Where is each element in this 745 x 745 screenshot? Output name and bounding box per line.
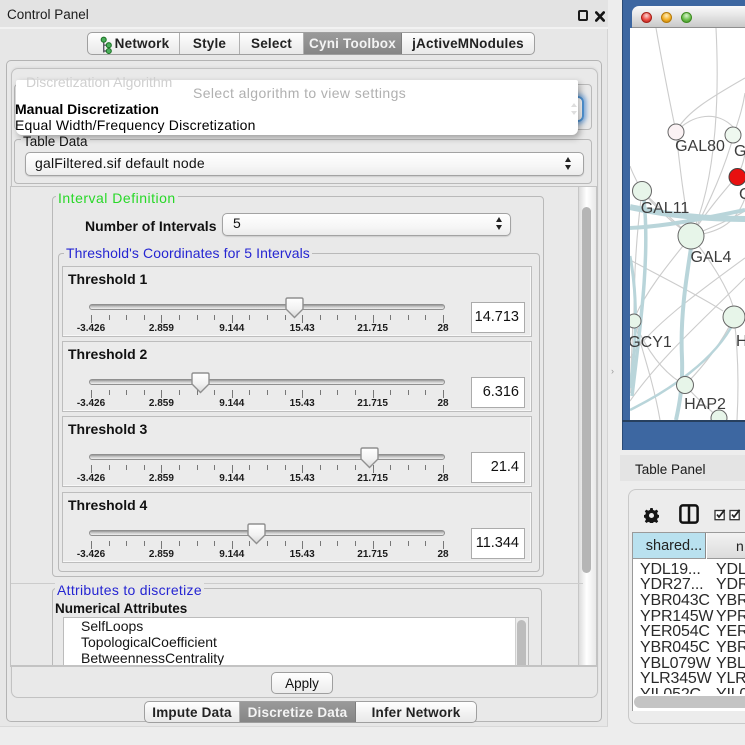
svg-text:GAL80: GAL80 [675,138,725,155]
svg-text:C: C [739,186,745,203]
svg-text:GCY1: GCY1 [630,334,672,351]
svg-text:GAL: GAL [734,143,745,160]
svg-text:HAP2: HAP2 [684,396,726,413]
svg-text:GAL11: GAL11 [641,200,690,217]
svg-text:GAL4: GAL4 [691,249,732,266]
svg-text:H: H [736,333,745,350]
